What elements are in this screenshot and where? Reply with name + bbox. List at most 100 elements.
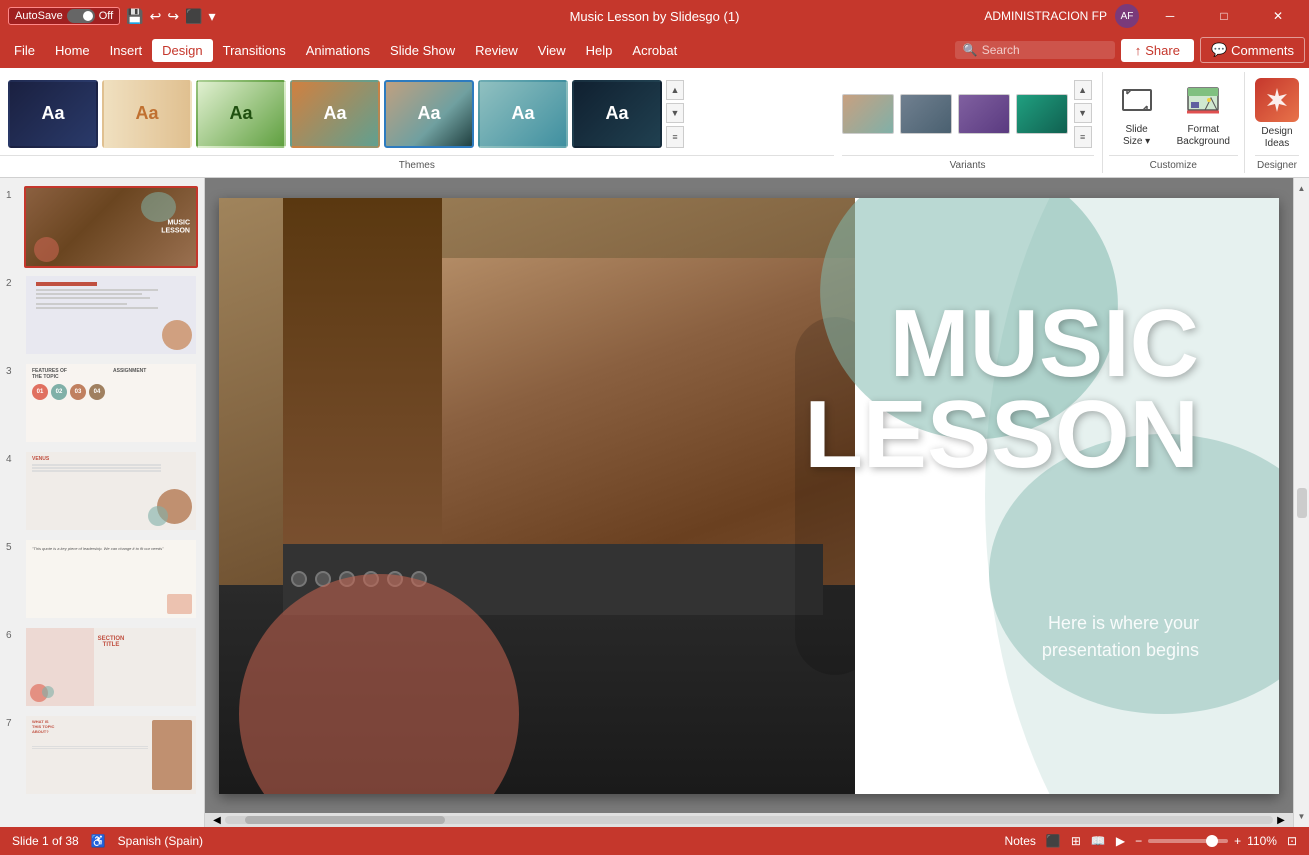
comments-button[interactable]: 💬 Comments [1200, 37, 1305, 63]
slide-thumbnail-3[interactable]: 3 FEATURES OFTHE TOPIC ASSIGNMENT 01 02 … [6, 362, 198, 444]
menu-view[interactable]: View [528, 39, 576, 62]
canvas-scroll-area[interactable]: MUSIC LESSON Here is where your presenta… [205, 178, 1293, 813]
designer-label: Designer [1255, 155, 1299, 173]
menu-bar: File Home Insert Design Transitions Anim… [0, 32, 1309, 68]
menu-file[interactable]: File [4, 39, 45, 62]
right-scroll-up[interactable]: ▲ [1296, 182, 1308, 195]
variant-item-1[interactable] [842, 94, 894, 134]
notes-button[interactable]: Notes [1005, 834, 1036, 848]
zoom-slider[interactable] [1148, 839, 1228, 843]
slide-num-4: 4 [6, 450, 18, 465]
theme-item-6[interactable]: Aa [478, 80, 568, 148]
slide-thumbnail-2[interactable]: 2 [6, 274, 198, 356]
share-button[interactable]: ↑ Share [1121, 39, 1194, 62]
view-slideshow-icon[interactable]: ▶ [1116, 834, 1125, 848]
design-ideas-button[interactable]: DesignIdeas [1255, 72, 1299, 155]
restore-button[interactable]: □ [1201, 0, 1247, 32]
theme-item-7[interactable]: Aa [572, 80, 662, 148]
view-slide-sorter-icon[interactable]: ⊞ [1071, 834, 1081, 848]
customize-area: SlideSize ▾ FormatBackg [1103, 72, 1245, 173]
zoom-out-icon[interactable]: − [1135, 834, 1142, 848]
right-scroll-thumb[interactable] [1297, 488, 1307, 518]
theme-scroll-arrows: ▲ ▼ ≡ [666, 80, 686, 148]
autosave-badge[interactable]: AutoSave Off [8, 7, 120, 25]
menu-acrobat[interactable]: Acrobat [622, 39, 687, 62]
scroll-right-button[interactable]: ▶ [1273, 813, 1289, 827]
theme-scroll-down[interactable]: ▼ [666, 103, 684, 123]
variant-scroll-down[interactable]: ▼ [1074, 103, 1092, 123]
menu-transitions[interactable]: Transitions [213, 39, 296, 62]
theme-item-3[interactable]: Aa [196, 80, 286, 148]
format-background-button[interactable]: FormatBackground [1169, 76, 1238, 152]
more-icon[interactable]: ▾ [209, 8, 216, 25]
theme-scroll-up[interactable]: ▲ [666, 80, 684, 100]
scroll-left-button[interactable]: ◀ [209, 813, 225, 827]
h-scroll-thumb[interactable] [245, 816, 445, 824]
variant-scroll-more[interactable]: ≡ [1074, 126, 1092, 148]
slide-thumbnail-7[interactable]: 7 WHAT ISTHIS TOPICABOUT? [6, 714, 198, 796]
variant-scroll-up[interactable]: ▲ [1074, 80, 1092, 100]
slide-thumb-img-5: "This quote is a key piece of leadership… [24, 538, 198, 620]
theme-item-1[interactable]: Aa [8, 80, 98, 148]
present-icon[interactable]: ⬛ [185, 8, 202, 25]
variants-grid: ▲ ▼ ≡ [842, 72, 1094, 155]
save-icon[interactable]: 💾 [126, 8, 143, 25]
avatar[interactable]: AF [1115, 4, 1139, 28]
menu-review[interactable]: Review [465, 39, 528, 62]
variant-item-2[interactable] [900, 94, 952, 134]
themes-grid: Aa Aa Aa Aa Aa Aa Aa [0, 72, 834, 155]
h-scroll-track[interactable] [225, 816, 1273, 824]
undo-icon[interactable]: ↩ [150, 8, 162, 25]
variant-item-4[interactable] [1016, 94, 1068, 134]
menu-insert[interactable]: Insert [100, 39, 153, 62]
slide-size-label: SlideSize ▾ [1123, 124, 1150, 148]
theme-scroll-more[interactable]: ≡ [666, 126, 684, 148]
slide-thumbnail-6[interactable]: 6 SECTIONTITLE [6, 626, 198, 708]
close-button[interactable]: ✕ [1255, 0, 1301, 32]
slide-thumbnail-4[interactable]: 4 VENUS [6, 450, 198, 532]
slide-thumb-img-6: SECTIONTITLE [24, 626, 198, 708]
slide-thumbnail-5[interactable]: 5 "This quote is a key piece of leadersh… [6, 538, 198, 620]
menu-animations[interactable]: Animations [296, 39, 380, 62]
accessibility-icon[interactable]: ♿ [91, 834, 106, 848]
search-icon: 🔍 [963, 43, 978, 57]
zoom-percent: 110% [1247, 834, 1277, 848]
ribbon-full: Aa Aa Aa Aa Aa Aa Aa [0, 72, 1309, 173]
share-icon: ↑ [1135, 43, 1142, 58]
variant-scroll-arrows: ▲ ▼ ≡ [1074, 80, 1094, 148]
format-background-icon [1183, 80, 1223, 120]
title-bar-left: AutoSave Off 💾 ↩ ↪ ⬛ ▾ [8, 7, 216, 25]
slide-size-button[interactable]: SlideSize ▾ [1109, 76, 1165, 152]
search-box[interactable]: 🔍 Search [955, 41, 1115, 59]
menu-home[interactable]: Home [45, 39, 100, 62]
right-scroll-down[interactable]: ▼ [1296, 810, 1308, 823]
theme-item-5[interactable]: Aa [384, 80, 474, 148]
slide-thumbnail-1[interactable]: 1 MUSICLESSON [6, 186, 198, 268]
slide-thumb-img-2 [24, 274, 198, 356]
zoom-in-icon[interactable]: + [1234, 834, 1241, 848]
canvas-area: MUSIC LESSON Here is where your presenta… [205, 178, 1293, 827]
view-reading-icon[interactable]: 📖 [1091, 834, 1106, 848]
redo-icon[interactable]: ↪ [167, 8, 179, 25]
menu-slideshow[interactable]: Slide Show [380, 39, 465, 62]
slide-num-2: 2 [6, 274, 18, 289]
workspace: 1 MUSICLESSON 2 [0, 178, 1309, 827]
menu-help[interactable]: Help [576, 39, 623, 62]
variant-item-3[interactable] [958, 94, 1010, 134]
zoom-slider-thumb[interactable] [1206, 835, 1218, 847]
language: Spanish (Spain) [118, 834, 203, 848]
status-bar-right: Notes ⬛ ⊞ 📖 ▶ − + 110% ⊡ [1005, 834, 1297, 848]
autosave-toggle[interactable] [67, 9, 95, 23]
minimize-button[interactable]: ─ [1147, 0, 1193, 32]
slide-thumb-img-7: WHAT ISTHIS TOPICABOUT? [24, 714, 198, 796]
slide-subtitle: Here is where your presentation begins [1042, 610, 1199, 664]
slide-thumb-img-3: FEATURES OFTHE TOPIC ASSIGNMENT 01 02 03… [24, 362, 198, 444]
theme-item-2[interactable]: Aa [102, 80, 192, 148]
theme-item-4[interactable]: Aa [290, 80, 380, 148]
menu-design[interactable]: Design [152, 39, 212, 62]
view-normal-icon[interactable]: ⬛ [1046, 834, 1061, 848]
horizontal-scrollbar[interactable]: ◀ ▶ [205, 813, 1293, 827]
fit-screen-icon[interactable]: ⊡ [1287, 834, 1297, 848]
format-background-label: FormatBackground [1177, 124, 1230, 148]
slide-main-title: MUSIC LESSON [804, 298, 1199, 480]
